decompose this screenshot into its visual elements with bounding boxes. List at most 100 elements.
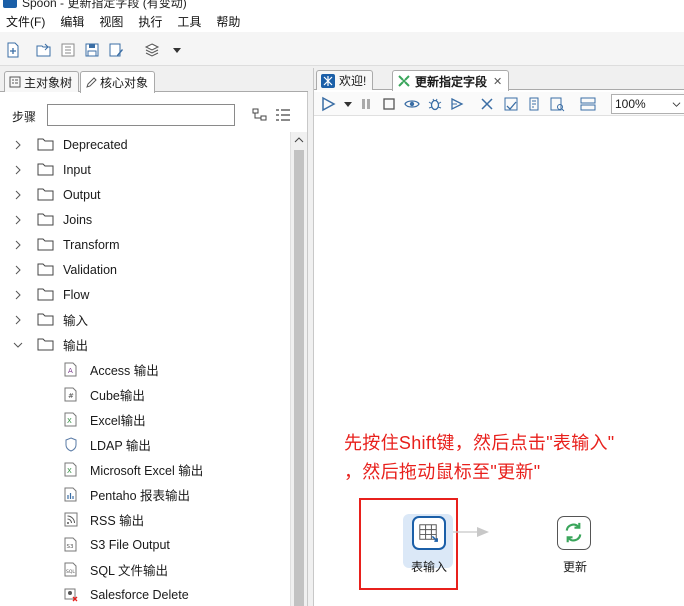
tab-main-object-tree[interactable]: 主对象树 xyxy=(4,71,80,92)
svg-text:X: X xyxy=(67,467,72,475)
menu-file[interactable]: 文件(F) xyxy=(6,13,45,30)
tree-item-label: Salesforce Delete xyxy=(90,587,189,602)
list-view-icon[interactable] xyxy=(275,108,291,122)
shield-icon xyxy=(65,437,77,452)
run-icon[interactable] xyxy=(320,96,336,112)
show-results-icon[interactable] xyxy=(580,96,596,112)
excel-icon: X xyxy=(64,412,77,427)
transformation-canvas[interactable]: 先按住Shift键，然后点击"表输入" ，然后拖动鼠标至"更新" 表输入 更新 xyxy=(314,118,684,606)
window-title: Spoon - 更新指定字段 (有变动) xyxy=(22,0,187,10)
s3-icon: S3 xyxy=(64,537,77,552)
salesforce-delete-icon xyxy=(64,588,78,602)
chevron-right-icon[interactable] xyxy=(13,315,23,325)
excel-icon: X xyxy=(64,462,77,477)
tree-folder-label: Output xyxy=(63,187,101,202)
tree-folder-label: Input xyxy=(63,162,91,177)
table-input-icon[interactable] xyxy=(412,516,446,550)
menu-view[interactable]: 视图 xyxy=(99,13,123,30)
steps-label: 步骤 xyxy=(12,110,37,124)
chevron-right-icon[interactable] xyxy=(13,240,23,250)
svg-text:SQL: SQL xyxy=(66,569,75,575)
chevron-down-icon xyxy=(672,102,681,107)
main-toolbar xyxy=(0,32,684,66)
tab-welcome[interactable]: 欢迎! xyxy=(316,70,374,90)
zoom-select[interactable]: 100% xyxy=(611,94,684,114)
scroll-thumb[interactable] xyxy=(294,150,304,606)
chevron-right-icon[interactable] xyxy=(13,140,23,150)
folder-icon xyxy=(37,288,54,301)
replay-icon[interactable] xyxy=(449,96,465,112)
annotation-line-2: ，然后拖动鼠标至"更新" xyxy=(344,462,541,482)
tree-item-label: S3 File Output xyxy=(90,537,170,552)
spoon-welcome-icon xyxy=(321,73,335,88)
folder-icon xyxy=(37,338,54,351)
spoon-app-icon xyxy=(3,0,17,8)
chevron-right-icon[interactable] xyxy=(13,290,23,300)
close-tab-icon[interactable]: ✕ xyxy=(493,75,502,88)
chevron-right-icon[interactable] xyxy=(13,215,23,225)
folder-icon xyxy=(37,138,54,151)
tree-item-label: Cube输出 xyxy=(90,389,145,403)
perspective-dropdown[interactable] xyxy=(168,41,186,59)
tree-folder-label: 输入 xyxy=(63,314,89,328)
tab-label: 欢迎! xyxy=(339,74,367,88)
svg-text:#: # xyxy=(68,392,74,400)
menu-bar: 文件(F) 编辑 视图 执行 工具 帮助 xyxy=(0,10,684,32)
pause-icon[interactable] xyxy=(358,96,374,112)
left-tab-bar: 主对象树 核心对象 xyxy=(0,68,308,93)
tab-update-fields[interactable]: 更新指定字段 ✕ xyxy=(392,70,510,91)
editor-tab-bar: 欢迎! 更新指定字段 ✕ xyxy=(314,68,684,91)
tree-item-label: Pentaho 报表输出 xyxy=(90,489,191,503)
tree-folder-label: Joins xyxy=(63,212,93,227)
save-icon xyxy=(85,43,99,57)
menu-run[interactable]: 执行 xyxy=(138,13,162,30)
sql-script-icon[interactable] xyxy=(526,96,542,112)
perspective-button[interactable] xyxy=(143,41,161,59)
steps-tree: Deprecated Input Output Joins Transform … xyxy=(0,132,290,606)
folder-icon xyxy=(37,313,54,326)
debug-bug-icon[interactable] xyxy=(427,96,443,112)
step-label: 更新 xyxy=(563,560,588,574)
update-icon[interactable] xyxy=(557,516,591,550)
explore-db-icon[interactable] xyxy=(549,96,565,112)
save-button[interactable] xyxy=(83,41,101,59)
cube-icon: # xyxy=(64,387,77,402)
chevron-down-icon[interactable] xyxy=(13,340,23,350)
menu-help[interactable]: 帮助 xyxy=(216,13,240,30)
canvas-toolbar: 100% xyxy=(314,92,684,116)
tree-folder-label: Transform xyxy=(63,237,120,252)
pencil-icon xyxy=(86,76,97,88)
save-as-button[interactable] xyxy=(107,41,125,59)
chevron-right-icon[interactable] xyxy=(13,190,23,200)
verify-icon[interactable] xyxy=(480,96,496,112)
tab-core-objects[interactable]: 核心对象 xyxy=(80,71,156,93)
report-icon xyxy=(64,487,77,502)
impact-icon[interactable] xyxy=(503,96,519,112)
folder-icon xyxy=(37,213,54,226)
tab-label: 主对象树 xyxy=(24,75,73,90)
stop-icon[interactable] xyxy=(381,96,397,112)
run-dropdown-icon[interactable] xyxy=(340,96,356,112)
repository-icon xyxy=(61,43,75,57)
zoom-value: 100% xyxy=(615,97,646,111)
tree-scrollbar[interactable] xyxy=(290,132,307,606)
tab-label: 核心对象 xyxy=(100,76,149,90)
new-file-button[interactable] xyxy=(4,41,22,59)
explore-repo-button[interactable] xyxy=(59,41,77,59)
folder-icon xyxy=(37,263,54,276)
steps-search-input[interactable] xyxy=(47,104,235,126)
preview-eye-icon[interactable] xyxy=(404,96,420,112)
svg-text:X: X xyxy=(67,417,72,425)
menu-edit[interactable]: 编辑 xyxy=(60,13,84,30)
rss-icon xyxy=(64,512,78,527)
tree-view-icon xyxy=(9,76,21,88)
chevron-right-icon[interactable] xyxy=(13,265,23,275)
folder-icon xyxy=(37,188,54,201)
open-file-button[interactable] xyxy=(35,41,53,59)
step-label: 表输入 xyxy=(411,560,448,574)
menu-tools[interactable]: 工具 xyxy=(177,13,201,30)
caret-down-icon xyxy=(173,48,181,53)
chevron-right-icon[interactable] xyxy=(13,165,23,175)
collapse-tree-icon[interactable] xyxy=(252,108,268,122)
scroll-up-button[interactable] xyxy=(291,132,307,148)
